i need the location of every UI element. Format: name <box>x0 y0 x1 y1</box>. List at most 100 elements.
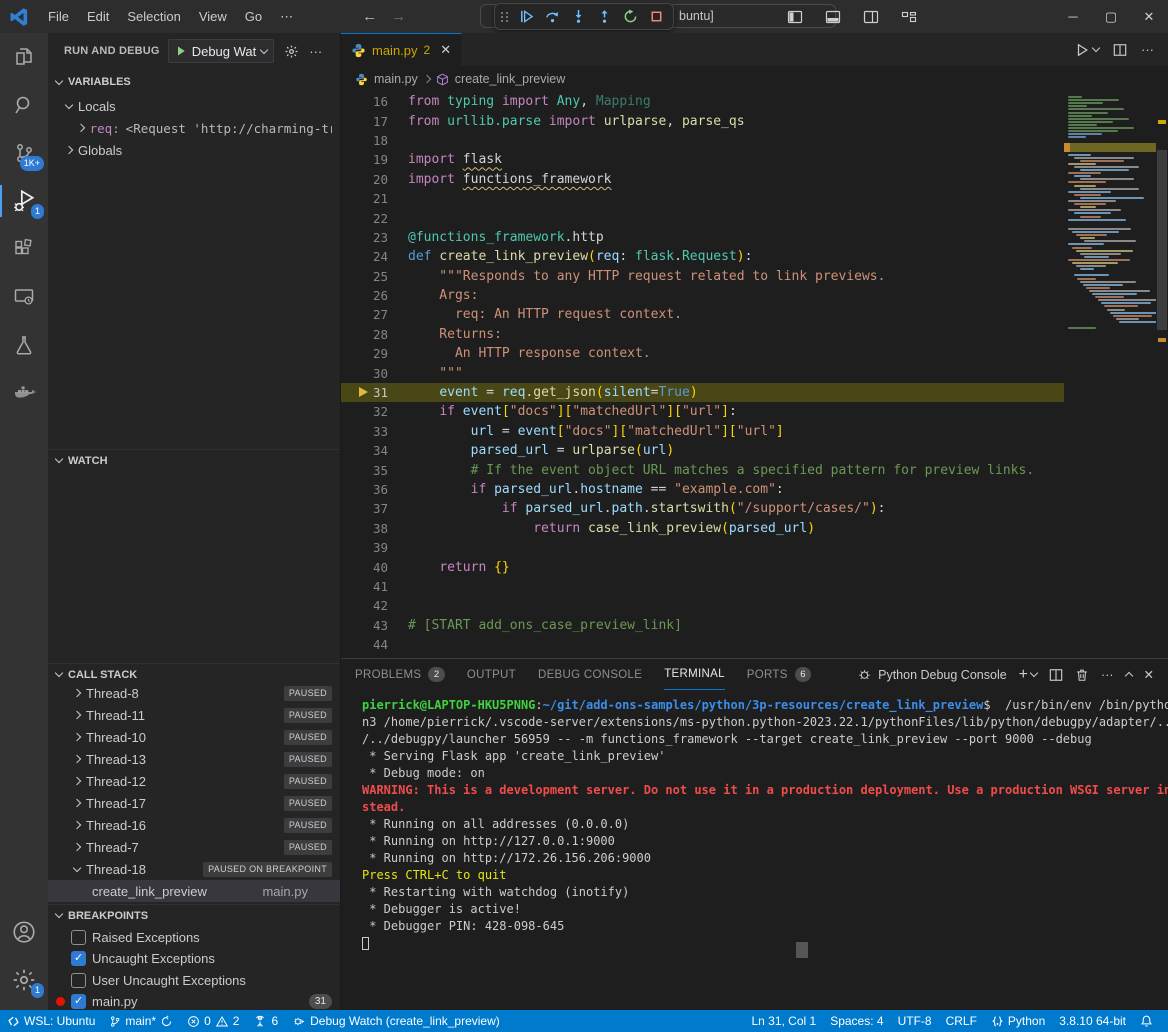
code-line[interactable]: 33 url = event["docs"]["matchedUrl"]["ur… <box>341 422 1064 441</box>
python-interpreter-indicator[interactable]: 3.8.10 64-bit <box>1052 1010 1133 1032</box>
code-line[interactable]: 31 event = req.get_json(silent=True) <box>341 383 1064 402</box>
ports-indicator[interactable]: 6 <box>246 1010 285 1032</box>
panel-more-actions-icon[interactable]: ··· <box>1101 668 1114 682</box>
code-area[interactable]: 16from typing import Any, Mapping17from … <box>341 92 1064 658</box>
debug-session-indicator[interactable]: Debug Watch (create_link_preview) <box>285 1010 507 1032</box>
breakpoint-checkbox[interactable] <box>71 951 86 966</box>
scrollbar-thumb[interactable] <box>1157 150 1167 330</box>
step-into-button[interactable] <box>567 6 589 28</box>
menu-go[interactable]: Go <box>236 6 271 28</box>
breakpoint-checkbox[interactable] <box>71 973 86 988</box>
menu-edit[interactable]: Edit <box>78 6 118 28</box>
customize-layout-icon[interactable] <box>890 0 928 33</box>
new-terminal-button[interactable]: + <box>1019 666 1037 684</box>
accounts-icon[interactable] <box>0 908 48 956</box>
code-line[interactable]: 34 parsed_url = urlparse(url) <box>341 441 1064 460</box>
code-line[interactable]: 25 """Responds to any HTTP request relat… <box>341 267 1064 286</box>
call-stack-thread-row[interactable]: Thread-17PAUSED <box>48 792 340 814</box>
code-line[interactable]: 38 return case_link_preview(parsed_url) <box>341 519 1064 538</box>
call-stack-frame-row[interactable]: create_link_previewmain.py <box>48 880 340 902</box>
maximize-button[interactable]: ▢ <box>1092 0 1130 33</box>
cursor-position[interactable]: Ln 31, Col 1 <box>744 1010 823 1032</box>
nav-forward-button[interactable]: → <box>391 8 406 25</box>
notifications-bell-icon[interactable] <box>1133 1010 1160 1032</box>
terminal-instance-label[interactable]: Python Debug Console <box>857 667 1007 682</box>
menu-view[interactable]: View <box>190 6 236 28</box>
code-line[interactable]: 21 <box>341 189 1064 208</box>
toggle-panel-icon[interactable] <box>814 0 852 33</box>
panel-tab-ports[interactable]: PORTS6 <box>747 659 812 690</box>
code-line[interactable]: 32 if event["docs"]["matchedUrl"]["url"]… <box>341 402 1064 421</box>
breakpoint-row[interactable]: Raised Exceptions <box>48 926 340 948</box>
code-line[interactable]: 44 <box>341 635 1064 654</box>
split-editor-icon[interactable] <box>1113 43 1127 57</box>
tab-main-py[interactable]: main.py 2 ✕ <box>341 33 462 66</box>
explorer-icon[interactable] <box>0 33 48 81</box>
code-line[interactable]: 18 <box>341 131 1064 150</box>
breadcrumb-file[interactable]: main.py <box>374 72 418 86</box>
menu-file[interactable]: File <box>39 6 78 28</box>
editor-scrollbar[interactable] <box>1156 92 1168 658</box>
breakpoint-row[interactable]: main.py31 <box>48 991 340 1011</box>
call-stack-thread-row[interactable]: Thread-12PAUSED <box>48 770 340 792</box>
terminal-scrollbar-thumb[interactable] <box>796 942 808 958</box>
step-out-button[interactable] <box>593 6 615 28</box>
close-button[interactable]: ✕ <box>1130 0 1168 33</box>
editor-more-actions-icon[interactable]: ··· <box>1141 42 1154 57</box>
kill-terminal-icon[interactable] <box>1075 668 1089 682</box>
code-line[interactable]: 29 An HTTP response context. <box>341 344 1064 363</box>
code-line[interactable]: 27 req: An HTTP request context. <box>341 305 1064 324</box>
code-line[interactable]: 23@functions_framework.http <box>341 228 1064 247</box>
breakpoint-row[interactable]: User Uncaught Exceptions <box>48 969 340 991</box>
toggle-sidebar-icon[interactable] <box>776 0 814 33</box>
panel-tab-output[interactable]: OUTPUT <box>467 659 516 690</box>
toggle-secondary-sidebar-icon[interactable] <box>852 0 890 33</box>
minimize-button[interactable]: ─ <box>1054 0 1092 33</box>
menu-[interactable]: ⋯ <box>271 6 302 28</box>
launch-configuration-dropdown[interactable]: Debug Wat <box>168 39 275 63</box>
call-stack-thread-row[interactable]: Thread-13PAUSED <box>48 748 340 770</box>
indentation-indicator[interactable]: Spaces: 4 <box>823 1010 890 1032</box>
call-stack-thread-row[interactable]: Thread-7PAUSED <box>48 836 340 858</box>
breakpoint-checkbox[interactable] <box>71 994 86 1009</box>
variables-section-header[interactable]: VARIABLES <box>48 71 340 93</box>
run-and-debug-icon[interactable]: 1 <box>0 177 48 225</box>
language-mode-indicator[interactable]: Python <box>984 1010 1052 1032</box>
panel-tab-debug-console[interactable]: DEBUG CONSOLE <box>538 659 642 690</box>
menu-selection[interactable]: Selection <box>118 6 189 28</box>
minimap[interactable] <box>1064 92 1156 658</box>
docker-icon[interactable] <box>0 369 48 417</box>
code-line[interactable]: 28 Returns: <box>341 325 1064 344</box>
nav-back-button[interactable]: ← <box>362 8 377 25</box>
code-line[interactable]: 26 Args: <box>341 286 1064 305</box>
debug-settings-gear-icon[interactable] <box>284 44 299 59</box>
code-line[interactable]: 41 <box>341 577 1064 596</box>
panel-tab-terminal[interactable]: TERMINAL <box>664 659 725 690</box>
maximize-panel-icon[interactable] <box>1126 668 1132 682</box>
testing-icon[interactable] <box>0 321 48 369</box>
git-branch-indicator[interactable]: main* <box>102 1010 180 1032</box>
call-stack-thread-row[interactable]: Thread-8PAUSED <box>48 682 340 704</box>
tab-close-icon[interactable]: ✕ <box>440 42 451 58</box>
problems-indicator[interactable]: 0 2 <box>180 1010 246 1032</box>
step-over-button[interactable] <box>541 6 563 28</box>
code-line[interactable]: 37 if parsed_url.path.startswith("/suppo… <box>341 499 1064 518</box>
code-line[interactable]: 24def create_link_preview(req: flask.Req… <box>341 247 1064 266</box>
breadcrumb[interactable]: main.py create_link_preview <box>341 66 1168 92</box>
code-line[interactable]: 16from typing import Any, Mapping <box>341 92 1064 111</box>
stop-button[interactable] <box>645 6 667 28</box>
breakpoints-section-header[interactable]: BREAKPOINTS <box>48 904 340 926</box>
code-line[interactable]: 35 # If the event object URL matches a s… <box>341 460 1064 479</box>
code-line[interactable]: 20import functions_framework <box>341 170 1064 189</box>
run-python-file-button[interactable] <box>1075 43 1099 57</box>
variables-globals-row[interactable]: Globals <box>48 139 340 161</box>
call-stack-thread-row[interactable]: Thread-11PAUSED <box>48 704 340 726</box>
split-terminal-icon[interactable] <box>1049 668 1063 682</box>
code-line[interactable]: 19import flask <box>341 150 1064 169</box>
sidebar-more-actions-icon[interactable]: ··· <box>309 44 322 59</box>
call-stack-thread-row[interactable]: Thread-18PAUSED ON BREAKPOINT <box>48 858 340 880</box>
search-icon[interactable] <box>0 81 48 129</box>
close-panel-icon[interactable]: ✕ <box>1144 667 1154 682</box>
variables-locals-row[interactable]: Locals <box>48 95 340 117</box>
code-line[interactable]: 17from urllib.parse import urlparse, par… <box>341 111 1064 130</box>
